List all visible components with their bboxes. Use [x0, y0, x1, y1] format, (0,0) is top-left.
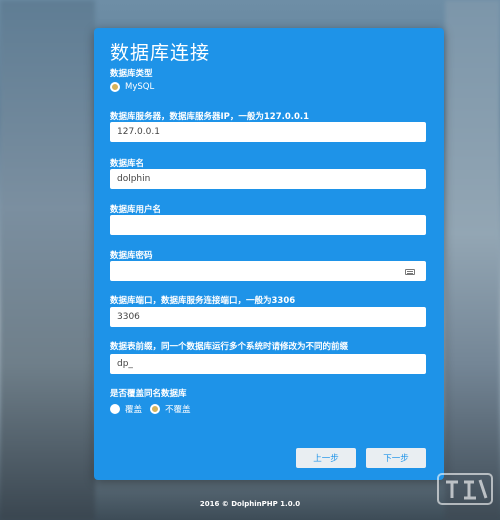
prev-step-button[interactable]: 上一步 — [296, 448, 356, 468]
db-port-input[interactable] — [110, 307, 426, 327]
db-type-mysql-label: MySQL — [125, 82, 155, 92]
db-password-label: 数据库密码 — [110, 251, 153, 261]
cover-db-no-cover-label: 不覆盖 — [165, 405, 191, 415]
host-input[interactable] — [110, 122, 426, 142]
cover-db-cover-radio[interactable] — [110, 404, 120, 414]
background-right — [445, 0, 500, 520]
db-name-label: 数据库名 — [110, 159, 145, 169]
db-type-mysql-radio[interactable] — [110, 82, 120, 92]
db-type-label: 数据库类型 — [110, 69, 153, 79]
panel-title: 数据库连接 — [110, 42, 211, 64]
cover-db-option-no-cover[interactable]: 不覆盖 — [150, 403, 191, 415]
cover-db-option-cover[interactable]: 覆盖 — [110, 403, 142, 415]
watermark-logo — [434, 466, 496, 516]
db-user-label: 数据库用户名 — [110, 205, 162, 215]
db-port-label: 数据库端口，数据库服务连接端口，一般为3306 — [110, 296, 296, 306]
cover-db-cover-label: 覆盖 — [125, 405, 143, 415]
db-password-input[interactable] — [110, 261, 426, 281]
table-prefix-label: 数据表前缀，同一个数据库运行多个系统时请修改为不同的前缀 — [110, 342, 349, 352]
table-prefix-input[interactable] — [110, 354, 426, 374]
footer-copyright: 2016 © DolphinPHP 1.0.0 — [199, 500, 301, 508]
host-label: 数据库服务器，数据库服务器IP，一般为127.0.0.1 — [110, 112, 310, 122]
keyboard-icon[interactable] — [405, 269, 415, 275]
next-step-button[interactable]: 下一步 — [366, 448, 426, 468]
db-user-input[interactable] — [110, 215, 426, 235]
background-left — [0, 0, 95, 520]
db-connection-panel: 数据库连接 数据库类型 MySQL 数据库服务器，数据库服务器IP，一般为127… — [94, 28, 444, 480]
db-name-input[interactable] — [110, 169, 426, 189]
cover-db-no-cover-radio[interactable] — [150, 404, 160, 414]
db-type-mysql-option[interactable]: MySQL — [110, 82, 154, 92]
watermark-logo-graphic — [437, 473, 493, 505]
cover-db-label: 是否覆盖同名数据库 — [110, 389, 187, 399]
